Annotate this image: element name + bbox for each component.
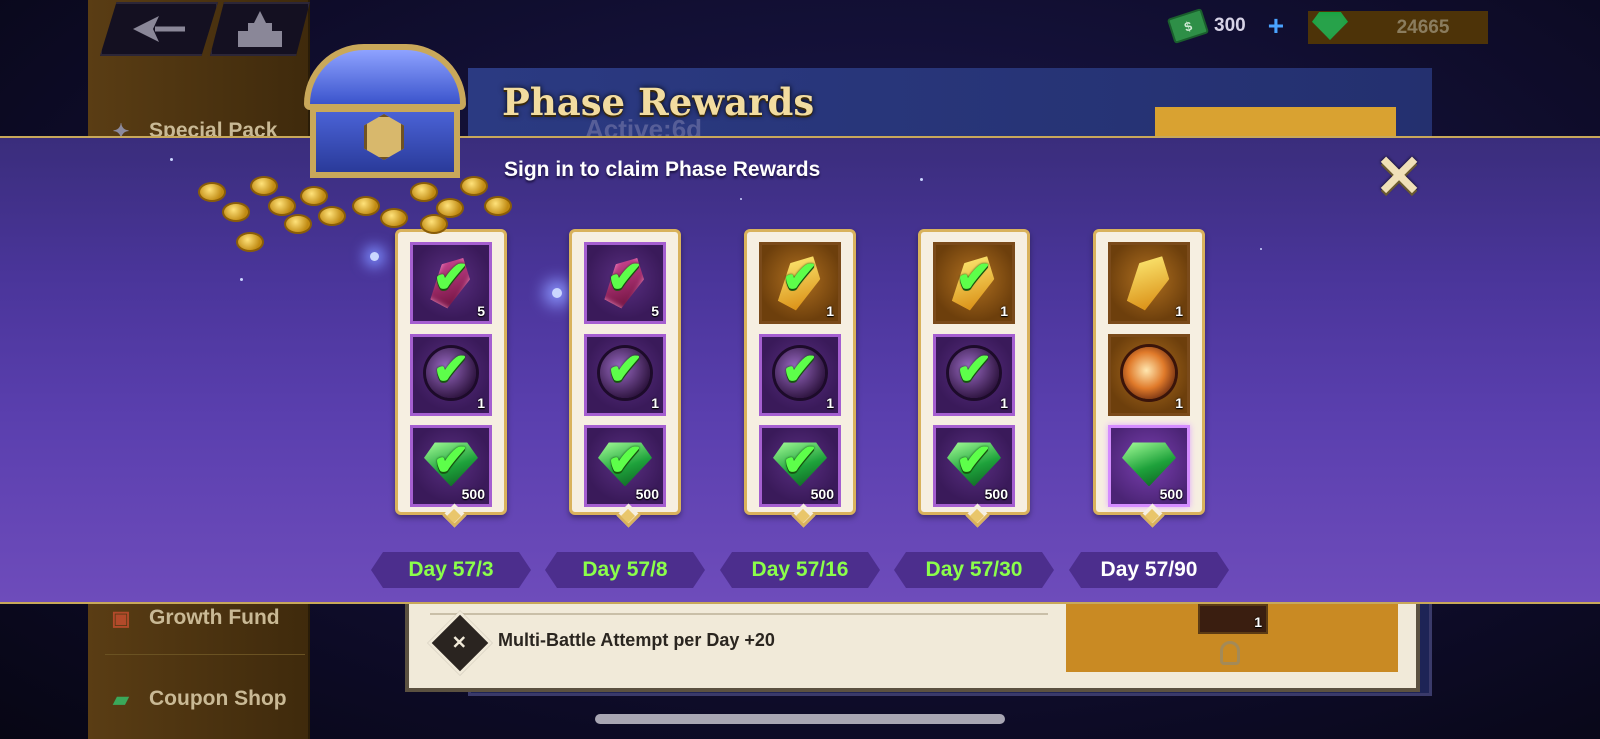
day-tab-30[interactable]: Day 57/30 (894, 552, 1054, 588)
reward-slot[interactable]: ✔ 1 (933, 242, 1015, 324)
day-tab-3[interactable]: Day 57/3 (371, 552, 531, 588)
privilege-text: Multi-Battle Attempt per Day +20 (498, 630, 775, 650)
item-quantity: 5 (651, 303, 659, 319)
claimed-check-icon: ✔ (606, 345, 644, 395)
back-arrow-icon (133, 16, 185, 42)
claimed-check-icon: ✔ (606, 436, 644, 486)
item-quantity: 1 (1000, 395, 1008, 411)
reward-column-day-3: ✔ 5 ✔ 1 ✔ 500 (395, 229, 507, 524)
claimed-check-icon: ✔ (781, 436, 819, 486)
sidebar-divider (105, 654, 305, 655)
growth-fund-chest-icon: ▣ (111, 607, 131, 630)
reward-slot[interactable]: ✔ 1 (759, 242, 841, 324)
claimed-check-icon: ✔ (955, 436, 993, 486)
modal-subtitle: Sign in to claim Phase Rewards (504, 158, 821, 181)
column-marker (620, 508, 636, 524)
item-quantity: 1 (1254, 614, 1262, 630)
star-sparkle (370, 252, 379, 261)
sidebar-item-coupon-shop[interactable]: ▰ Coupon Shop (105, 685, 287, 713)
lock-icon (1220, 641, 1240, 665)
item-quantity: 500 (1159, 486, 1183, 502)
cash-counter: $ 300 + (1166, 8, 1284, 44)
item-quantity: 500 (635, 486, 659, 502)
add-cash-button[interactable]: + (1268, 12, 1284, 40)
item-quantity: 500 (461, 486, 485, 502)
star-sparkle (170, 158, 173, 161)
day-tab-8[interactable]: Day 57/8 (545, 552, 705, 588)
claimed-check-icon: ✔ (781, 345, 819, 395)
privilege-reward-slot: 1 (1198, 604, 1268, 634)
reward-column-day-90: 1 1 500 (1093, 229, 1205, 524)
reward-column-day-8: ✔ 5 ✔ 1 ✔ 500 (569, 229, 681, 524)
column-marker (1144, 508, 1160, 524)
claimed-check-icon: ✔ (606, 253, 644, 303)
game-screen: ✦ Special Pack ▣ Growth Fund ▰ Coupon Sh… (0, 0, 1600, 739)
day-tab-90[interactable]: Day 57/90 (1069, 552, 1229, 588)
gems-value: 24665 (1396, 16, 1450, 38)
claimed-check-icon: ✔ (432, 253, 470, 303)
reward-slot[interactable]: ✔ 500 (933, 425, 1015, 507)
star-sparkle (240, 278, 243, 281)
item-quantity: 1 (826, 303, 834, 319)
item-quantity: 1 (1000, 303, 1008, 319)
reward-slot[interactable]: 500 (1108, 425, 1190, 507)
reward-slot[interactable]: ✔ 1 (759, 334, 841, 416)
reward-column-day-30: ✔ 1 ✔ 1 ✔ 500 (918, 229, 1030, 524)
star-sparkle (1260, 248, 1262, 250)
sidebar-item-growth-fund[interactable]: ▣ Growth Fund (105, 604, 280, 632)
reward-slot[interactable]: ✔ 1 (584, 334, 666, 416)
claimed-check-icon: ✔ (432, 345, 470, 395)
gold-shard-icon (1121, 249, 1177, 314)
castle-icon (238, 11, 282, 47)
reward-slot[interactable]: ✔ 500 (584, 425, 666, 507)
claimed-check-icon: ✔ (955, 253, 993, 303)
item-quantity: 1 (1175, 303, 1183, 319)
item-quantity: 500 (810, 486, 834, 502)
row-divider (430, 613, 1048, 615)
reward-slot[interactable]: 1 (1108, 242, 1190, 324)
column-marker (969, 508, 985, 524)
fire-orb-icon (1123, 347, 1175, 400)
coupon-icon: ▰ (113, 688, 129, 711)
item-quantity: 1 (651, 395, 659, 411)
dollar-bill-icon: $ (1166, 8, 1210, 44)
item-quantity: 1 (1175, 395, 1183, 411)
star-sparkle (740, 198, 742, 200)
green-gem-icon (1122, 442, 1176, 487)
reward-slot[interactable]: ✔ 500 (759, 425, 841, 507)
reward-slot[interactable]: ✔ 5 (584, 242, 666, 324)
reward-slot[interactable]: ✔ 500 (410, 425, 492, 507)
claimed-check-icon: ✔ (432, 436, 470, 486)
reward-slot[interactable]: ✔ 1 (410, 334, 492, 416)
star-sparkle (920, 178, 923, 181)
claimed-check-icon: ✔ (955, 345, 993, 395)
sidebar-item-label: Growth Fund (149, 606, 280, 629)
item-quantity: 500 (984, 486, 1008, 502)
back-button[interactable] (100, 2, 218, 56)
reward-column-day-16: ✔ 1 ✔ 1 ✔ 500 (744, 229, 856, 524)
close-button[interactable]: ✕ (1374, 148, 1424, 206)
day-tab-16[interactable]: Day 57/16 (720, 552, 880, 588)
reward-slot[interactable]: ✔ 1 (933, 334, 1015, 416)
item-quantity: 5 (477, 303, 485, 319)
claimed-check-icon: ✔ (781, 253, 819, 303)
cash-value: 300 (1214, 15, 1246, 36)
home-button[interactable] (210, 2, 310, 56)
sidebar-item-label: Coupon Shop (149, 687, 287, 710)
home-indicator (595, 714, 1005, 724)
item-quantity: 1 (826, 395, 834, 411)
item-quantity: 1 (477, 395, 485, 411)
reward-slot[interactable]: ✔ 5 (410, 242, 492, 324)
column-marker (795, 508, 811, 524)
reward-slot[interactable]: 1 (1108, 334, 1190, 416)
treasure-chest-icon (296, 44, 476, 194)
column-marker (446, 508, 462, 524)
star-sparkle (552, 288, 562, 298)
